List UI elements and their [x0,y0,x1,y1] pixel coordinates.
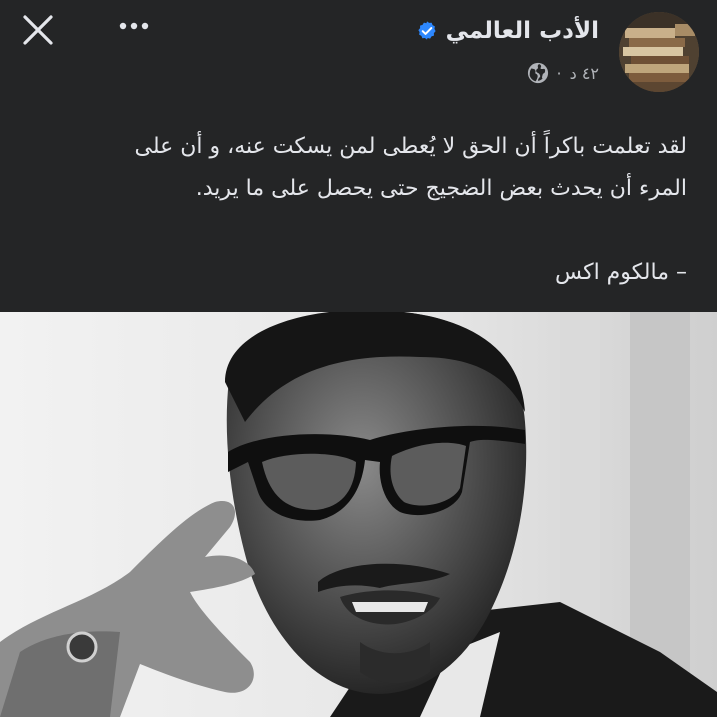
verified-badge-icon [417,21,436,40]
more-options-button[interactable] [112,10,156,42]
books-avatar-image [619,12,699,92]
globe-icon[interactable] [527,62,549,84]
post-header: الأدب العالمي ٤٢ د · [0,0,717,100]
author-block: الأدب العالمي [416,18,599,44]
portrait-photo [0,312,717,717]
page-avatar[interactable] [619,12,699,92]
post-signature: – مالكوم اكس [555,260,687,285]
post-text: لقد تعلمت باكراً أن الحق لا يُعطى لمن يس… [30,126,687,294]
post-text-line: المرء أن يحدث بعض الضجيج حتى يحصل على ما… [195,176,687,201]
close-button[interactable] [16,8,60,52]
post-meta: ٤٢ د · [527,62,599,84]
post-timestamp[interactable]: ٤٢ د [570,64,599,83]
close-icon [23,15,53,45]
more-options-icon [119,22,149,30]
post-photo[interactable] [0,312,717,717]
meta-separator: · [556,63,562,83]
post-text-line: لقد تعلمت باكراً أن الحق لا يُعطى لمن يس… [134,134,687,159]
author-name[interactable]: الأدب العالمي [446,18,599,44]
